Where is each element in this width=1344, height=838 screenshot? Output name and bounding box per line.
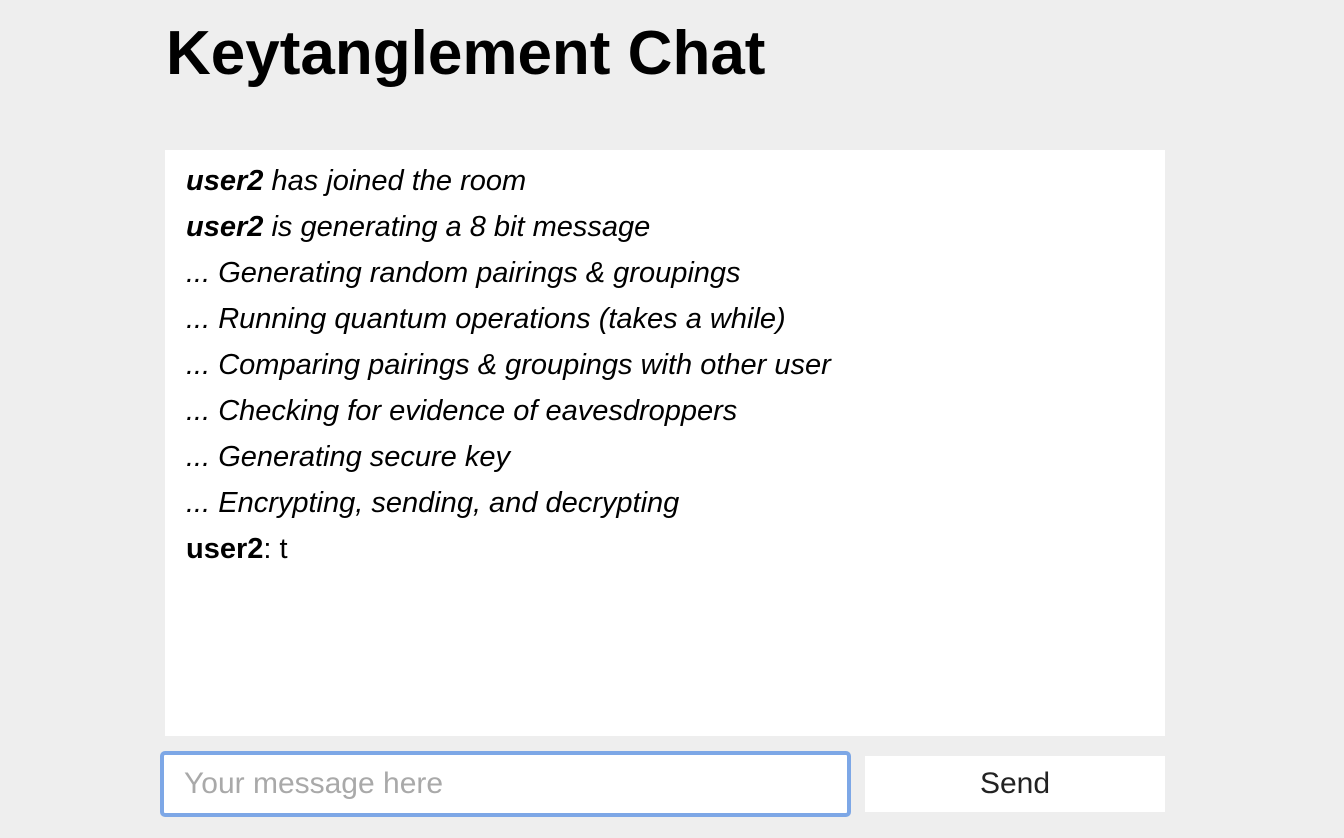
chat-page: Keytanglement Chat user2 has joined the … [0, 0, 1344, 838]
send-button[interactable]: Send [865, 756, 1165, 812]
status-message: ... Generating random pairings & groupin… [186, 257, 741, 289]
chat-message: user2: t [186, 526, 1144, 572]
message-input[interactable] [160, 751, 851, 817]
message-text: has joined the room [263, 165, 527, 197]
status-message: ... Encrypting, sending, and decrypting [186, 487, 680, 519]
status-message: ... Generating secure key [186, 441, 510, 473]
status-message: ... Checking for evidence of eavesdroppe… [186, 395, 738, 427]
message-item: user2 has joined the room [186, 158, 1144, 204]
message-username: user2 [186, 165, 264, 197]
message-username: user2 [186, 211, 264, 243]
status-message: ... Comparing pairings & groupings with … [186, 349, 831, 381]
message-log[interactable]: user2 has joined the room user2 is gener… [165, 150, 1165, 736]
message-composer: Send [160, 751, 1166, 817]
message-text: : t [263, 533, 288, 565]
status-message: ... Running quantum operations (takes a … [186, 303, 786, 335]
message-username: user2 [186, 533, 264, 565]
message-item: user2 is generating a 8 bit message [186, 204, 1144, 250]
page-title: Keytanglement Chat [166, 19, 766, 88]
message-text: is generating a 8 bit message [263, 211, 651, 243]
